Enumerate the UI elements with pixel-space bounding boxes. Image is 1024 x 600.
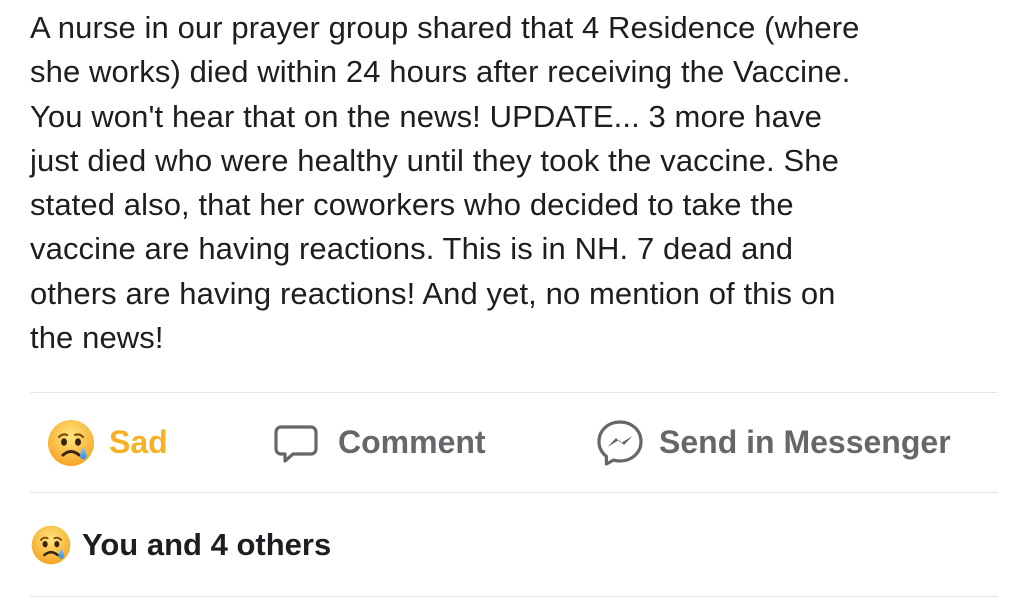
send-in-messenger-label: Send in Messenger <box>659 424 951 460</box>
comment-label: Comment <box>338 424 486 460</box>
post-text: A nurse in our prayer group shared that … <box>30 6 1005 360</box>
post-text-line: just died who were healthy until they to… <box>30 142 839 178</box>
messenger-icon <box>595 418 645 468</box>
divider <box>30 596 998 597</box>
post-text-line: she works) died within 24 hours after re… <box>30 54 851 90</box>
post-text-line: the news! <box>30 320 164 356</box>
sad-emoji-icon <box>46 418 96 468</box>
sad-reaction-label: Sad <box>109 424 168 460</box>
post-text-line: vaccine are having reactions. This is in… <box>30 231 794 267</box>
reactions-summary-label: You and 4 others <box>82 527 332 562</box>
divider <box>30 492 998 493</box>
sad-emoji-icon <box>30 524 72 566</box>
post-actions-bar: Sad Comment Send in Messenger <box>0 393 1024 492</box>
post-text-line: A nurse in our prayer group shared that … <box>30 10 860 45</box>
post-text-line: others are having reactions! And yet, no… <box>30 275 836 311</box>
send-in-messenger-button[interactable]: Send in Messenger <box>595 393 951 492</box>
reactions-summary[interactable]: You and 4 others <box>30 520 331 570</box>
post-text-line: You won't hear that on the news! UPDATE.… <box>30 98 822 134</box>
comment-button[interactable]: Comment <box>272 393 486 492</box>
sad-reaction-button[interactable]: Sad <box>46 393 168 492</box>
post-text-line: stated also, that her coworkers who deci… <box>30 187 794 223</box>
comment-bubble-icon <box>272 419 320 467</box>
